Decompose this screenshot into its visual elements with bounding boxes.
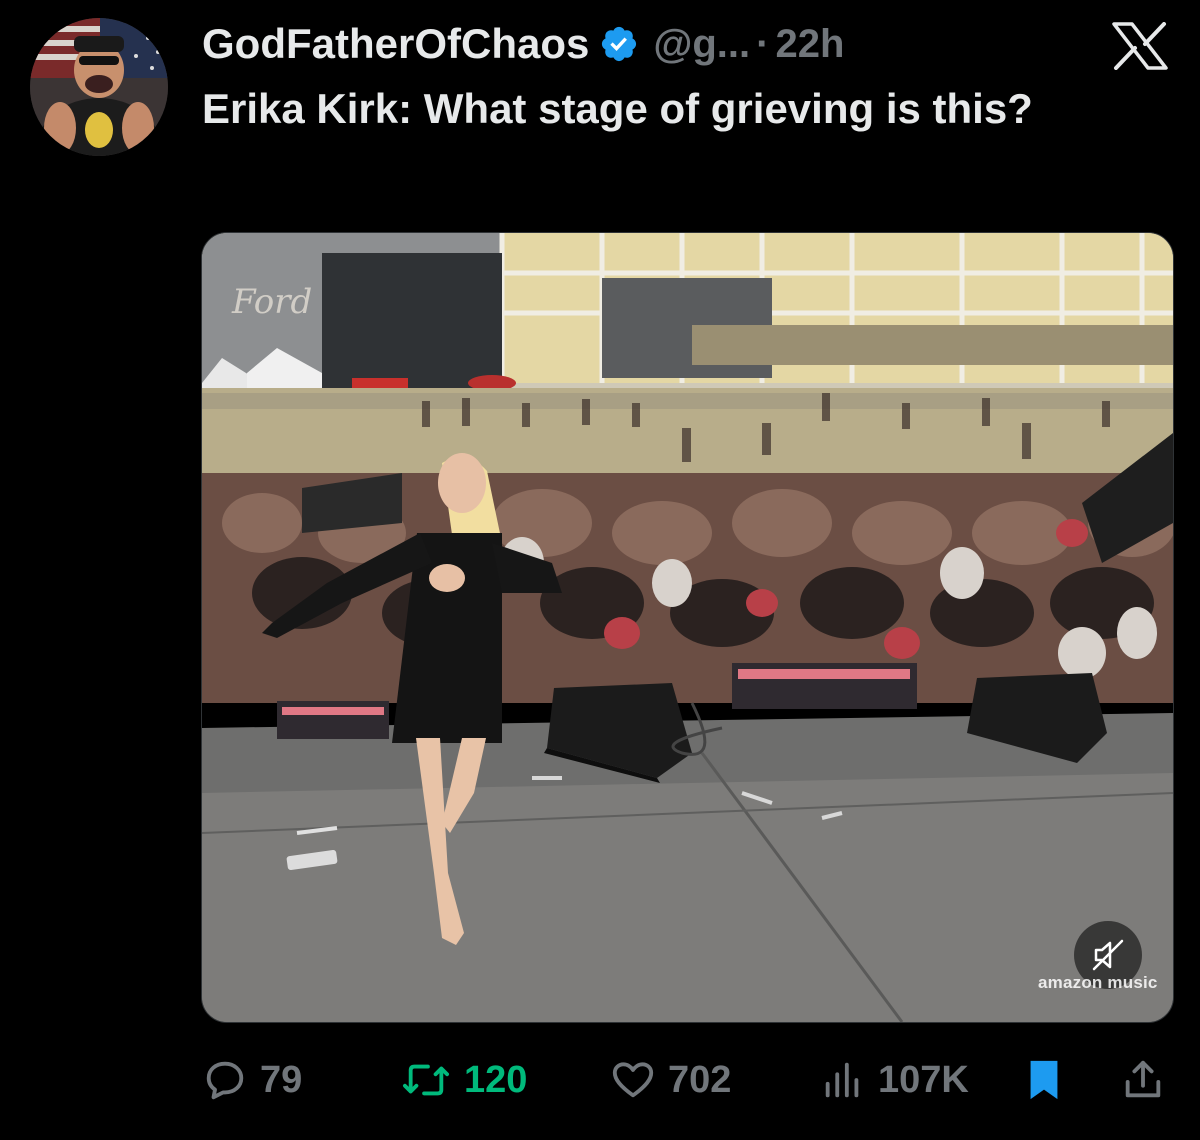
avatar-image	[30, 18, 168, 156]
tweet-header: GodFatherOfChaos @g... · 22h	[202, 16, 844, 72]
bookmark-button[interactable]	[1024, 1050, 1064, 1110]
timestamp[interactable]: 22h	[775, 22, 844, 67]
retweet-icon	[402, 1064, 449, 1096]
heart-icon	[612, 1062, 654, 1098]
like-count: 702	[668, 1058, 732, 1101]
share-icon	[1125, 1060, 1161, 1098]
verified-badge-icon	[602, 26, 637, 62]
reply-count: 79	[260, 1058, 303, 1101]
views-button[interactable]: 107K	[820, 1050, 969, 1110]
retweet-count: 120	[464, 1058, 528, 1101]
display-name[interactable]: GodFatherOfChaos	[202, 20, 589, 68]
video-player[interactable]: Ford amazon music	[201, 232, 1174, 1023]
view-count: 107K	[878, 1058, 969, 1101]
analytics-icon	[825, 1062, 859, 1098]
reply-icon	[206, 1061, 244, 1100]
user-handle[interactable]: @g...	[653, 22, 750, 67]
x-logo-icon[interactable]	[1112, 22, 1168, 70]
tweet-text: Erika Kirk: What stage of grieving is th…	[202, 85, 1033, 132]
amazon-music-watermark: amazon music	[1038, 973, 1158, 992]
header-separator: ·	[756, 21, 770, 66]
reply-button[interactable]: 79	[202, 1050, 302, 1110]
bookmark-filled-icon	[1030, 1060, 1058, 1100]
retweet-button[interactable]: 120	[400, 1050, 527, 1110]
action-bar: 79 120 702 107K	[200, 1050, 1180, 1110]
like-button[interactable]: 702	[610, 1050, 731, 1110]
video-frame: Ford	[202, 233, 1173, 1022]
share-button[interactable]	[1120, 1050, 1166, 1110]
speaker-muted-icon	[1092, 939, 1124, 971]
avatar[interactable]	[30, 18, 168, 156]
stadium-sign-text: Ford	[231, 282, 312, 322]
